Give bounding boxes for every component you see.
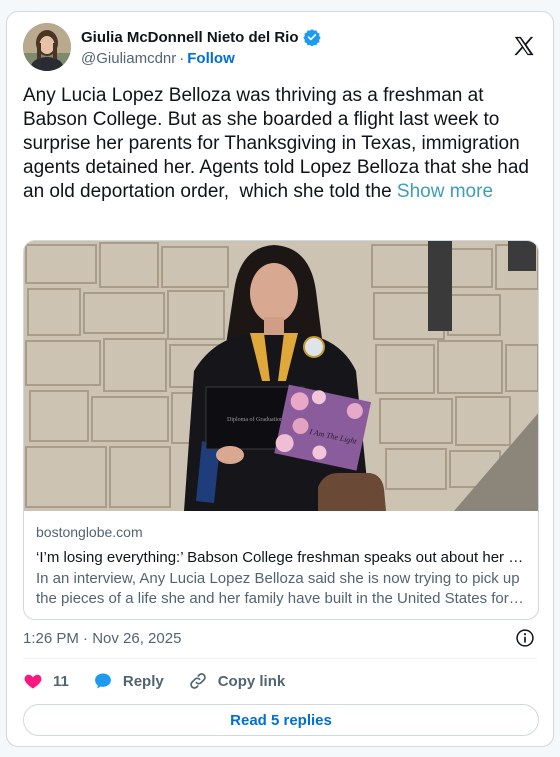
avatar[interactable] (23, 23, 71, 71)
info-icon[interactable] (515, 628, 535, 648)
copy-link-label: Copy link (217, 672, 286, 690)
divider (23, 658, 537, 659)
link-preview-meta: bostonglobe.com ‘I’m losing everything:’… (36, 524, 526, 609)
link-domain: bostonglobe.com (36, 524, 143, 540)
copy-link-button[interactable]: Copy link (188, 671, 286, 691)
handle-separator: · (179, 50, 185, 67)
like-count: 11 (53, 672, 69, 690)
tweet-text: Any Lucia Lopez Belloza was thriving as … (23, 84, 539, 204)
author-display-name[interactable]: Giulia McDonnell Nieto del Rio (81, 29, 299, 46)
show-more-link[interactable]: Show more (397, 181, 493, 202)
tweet-card: Giulia McDonnell Nieto del Rio @Giuliamc… (6, 11, 554, 747)
link-title[interactable]: ‘I’m losing everything:’ Babson College … (36, 549, 526, 566)
reply-bubble-icon (94, 673, 111, 689)
link-preview-card[interactable]: Diploma of Graduation I Am The Light bos… (23, 240, 539, 620)
verified-badge-icon (302, 28, 321, 47)
link-icon (189, 673, 206, 689)
reply-button[interactable]: Reply (93, 671, 164, 691)
timestamp-row: 1:26 PM · Nov 26, 2025 (23, 628, 537, 650)
author-handle[interactable]: @Giuliamcdnr (81, 50, 176, 67)
diploma-cover-text: Diploma of Graduation (227, 416, 283, 423)
tweet-timestamp[interactable]: 1:26 PM · Nov 26, 2025 (23, 630, 181, 647)
reply-label: Reply (122, 672, 164, 690)
author-handle-line: @Giuliamcdnr · Follow (81, 50, 235, 67)
follow-button[interactable]: Follow (187, 50, 235, 67)
link-description: In an interview, Any Lucia Lopez Belloza… (36, 570, 524, 607)
like-button[interactable]: 11 (23, 671, 69, 691)
heart-icon (24, 674, 42, 689)
tweet-header: Giulia McDonnell Nieto del Rio @Giuliamc… (23, 23, 537, 73)
author-name-line: Giulia McDonnell Nieto del Rio (81, 28, 321, 47)
read-replies-button[interactable]: Read 5 replies (23, 704, 539, 736)
x-logo-icon[interactable] (513, 35, 535, 57)
action-bar: 11 Reply Copy link (23, 668, 537, 694)
link-preview-image[interactable]: Diploma of Graduation I Am The Light (24, 241, 538, 511)
